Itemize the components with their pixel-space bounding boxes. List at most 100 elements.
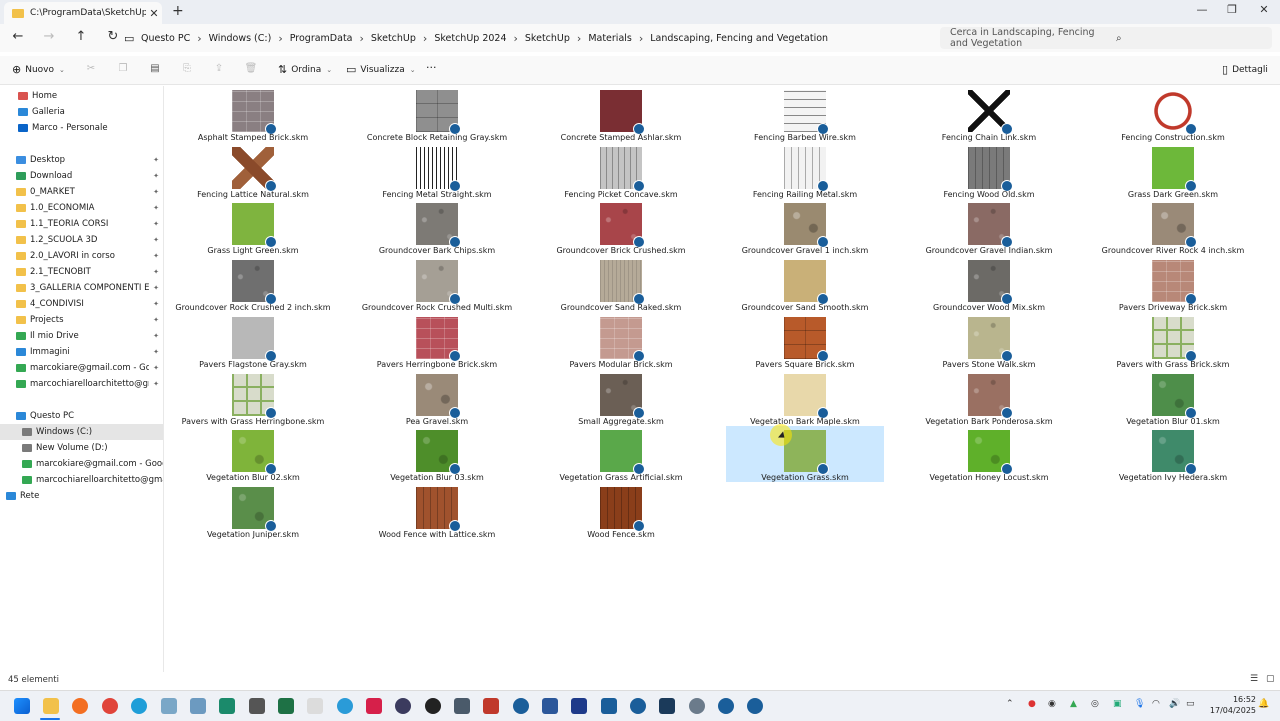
sidebar-item[interactable]: 1.1_TEORIA CORSI ✦ (0, 216, 163, 232)
app-icon[interactable] (337, 698, 353, 714)
app-tray-icon[interactable]: ◎ (1091, 699, 1099, 709)
file-item[interactable]: Vegetation Ivy Hedera.skm (1094, 426, 1252, 482)
app-icon[interactable] (454, 698, 470, 714)
record-icon[interactable]: ● (1028, 699, 1036, 709)
file-item[interactable]: Vegetation Honey Locust.skm (910, 426, 1068, 482)
paste-icon[interactable]: ▤ (148, 63, 162, 77)
up-arrow-icon[interactable]: ↑ (72, 29, 90, 44)
forward-arrow-icon[interactable]: → (40, 29, 58, 44)
file-item[interactable]: Groundcover Brick Crushed.skm (542, 199, 700, 255)
file-item[interactable]: Pavers with Grass Herringbone.skm (174, 370, 332, 426)
sketchup-icon[interactable] (630, 698, 646, 714)
file-item[interactable]: Pavers Stone Walk.skm (910, 313, 1068, 369)
file-item[interactable]: Concrete Stamped Ashlar.skm (542, 86, 700, 142)
file-item[interactable]: Pavers Modular Brick.skm (542, 313, 700, 369)
back-arrow-icon[interactable]: ← (9, 29, 27, 44)
sidebar-item[interactable]: marcochiarelloarchitetto@gmai... ✦ (0, 376, 163, 392)
rename-icon[interactable]: ⎘ (180, 63, 194, 77)
breadcrumb-item[interactable]: ProgramData (283, 33, 360, 44)
sidebar-item[interactable]: 3_GALLERIA COMPONENTI E MATI ✦ (0, 280, 163, 296)
search-box[interactable]: Cerca in Landscaping, Fencing and Vegeta… (940, 27, 1272, 49)
view-button[interactable]: ▭ Visualizza ⌄ (346, 63, 416, 76)
file-item[interactable]: Groundcover Sand Smooth.skm (726, 256, 884, 312)
file-item[interactable]: Groundcover Rock Crushed Multi.skm (358, 256, 516, 312)
word-icon[interactable] (542, 698, 558, 714)
file-item[interactable]: Fencing Construction.skm (1094, 86, 1252, 142)
close-window-button[interactable]: ✕ (1254, 3, 1274, 16)
file-item[interactable]: Pavers Driveway Brick.skm (1094, 256, 1252, 312)
file-item[interactable]: Vegetation Bark Ponderosa.skm (910, 370, 1068, 426)
refresh-icon[interactable]: ↻ (104, 29, 122, 44)
file-item[interactable]: Fencing Barbed Wire.skm (726, 86, 884, 142)
sidebar-item[interactable]: Desktop ✦ (0, 152, 163, 168)
restore-button[interactable]: ❐ (1222, 3, 1242, 16)
sidebar-item[interactable]: marcokiare@gmail.com - Google... ✦ (0, 360, 163, 376)
file-item[interactable]: Fencing Railing Metal.skm (726, 143, 884, 199)
volume-icon[interactable]: 🔊 (1169, 699, 1180, 709)
file-item[interactable]: Pavers Square Brick.skm (726, 313, 884, 369)
sidebar-item[interactable]: Galleria (0, 104, 163, 120)
file-item[interactable]: Groundcover Gravel 1 inch.skm (726, 199, 884, 255)
file-item[interactable]: Small Aggregate.skm (542, 370, 700, 426)
acrobat-icon[interactable] (366, 698, 382, 714)
wifi-icon[interactable]: ◠ (1152, 699, 1160, 709)
app-icon[interactable] (601, 698, 617, 714)
file-item[interactable]: Groundcover Wood Mix.skm (910, 256, 1068, 312)
file-item[interactable]: Groundcover Gravel Indian.skm (910, 199, 1068, 255)
file-item[interactable]: Fencing Chain Link.skm (910, 86, 1068, 142)
file-item[interactable]: Fencing Lattice Natural.skm (174, 143, 332, 199)
sidebar-item[interactable]: Projects ✦ (0, 312, 163, 328)
chevron-up-icon[interactable]: ⌃ (1006, 699, 1014, 709)
file-item[interactable]: Vegetation Blur 02.skm (174, 426, 332, 482)
sidebar-item[interactable]: marcochiarelloarchitetto@gmai... (H (0, 472, 163, 488)
file-item[interactable]: Vegetation Juniper.skm (174, 483, 332, 539)
app-icon[interactable] (483, 698, 499, 714)
sketchup-icon[interactable] (747, 698, 763, 714)
sidebar-item[interactable]: Download ✦ (0, 168, 163, 184)
breadcrumb-item[interactable]: Materials (581, 33, 639, 44)
sidebar-item[interactable]: Home (0, 88, 163, 104)
file-item[interactable]: Groundcover Sand Raked.skm (542, 256, 700, 312)
sidebar-item[interactable]: Windows (C:) (0, 424, 163, 440)
file-item[interactable]: Wood Fence.skm (542, 483, 700, 539)
file-item[interactable]: Vegetation Grass Artificial.skm (542, 426, 700, 482)
sidebar-item[interactable]: Rete (0, 488, 163, 504)
tab-close-icon[interactable]: ✕ (146, 7, 162, 20)
file-item[interactable]: Groundcover Bark Chips.skm (358, 199, 516, 255)
file-item[interactable]: Pavers Flagstone Gray.skm (174, 313, 332, 369)
clock[interactable]: 16:52 17/04/2025 (1200, 694, 1256, 716)
delete-icon[interactable]: 🗑 (244, 63, 258, 77)
chrome-icon[interactable] (102, 698, 118, 714)
file-item[interactable]: Grass Dark Green.skm (1094, 143, 1252, 199)
file-explorer-icon[interactable] (43, 698, 59, 714)
breadcrumb-item[interactable]: SketchUp (364, 33, 423, 44)
notification-bell-icon[interactable]: 🔔 (1258, 699, 1269, 709)
settings-icon[interactable] (689, 698, 705, 714)
file-item[interactable]: Vegetation Bark Maple.skm (726, 370, 884, 426)
sidebar-item[interactable]: New Volume (D:) (0, 440, 163, 456)
excel-icon[interactable] (278, 698, 294, 714)
sidebar-item[interactable]: Immagini ✦ (0, 344, 163, 360)
sidebar-item[interactable]: 1.2_SCUOLA 3D ✦ (0, 232, 163, 248)
file-item[interactable]: Vegetation Blur 01.skm (1094, 370, 1252, 426)
breadcrumb-item[interactable]: SketchUp 2024 (427, 33, 513, 44)
cut-icon[interactable]: ✂ (84, 63, 98, 77)
sort-button[interactable]: ⇅ Ordina ⌄ (278, 63, 332, 76)
file-item[interactable]: Pavers with Grass Brick.skm (1094, 313, 1252, 369)
minimize-button[interactable]: — (1192, 3, 1212, 16)
drive-icon[interactable]: ▲ (1070, 699, 1077, 709)
details-button[interactable]: ▯ Dettagli (1222, 63, 1268, 76)
breadcrumb-item[interactable]: Questo PC (134, 33, 197, 44)
file-item[interactable]: Asphalt Stamped Brick.skm (174, 86, 332, 142)
sketchup-icon[interactable] (513, 698, 529, 714)
file-item[interactable]: Fencing Picket Concave.skm (542, 143, 700, 199)
file-item[interactable]: Pavers Herringbone Brick.skm (358, 313, 516, 369)
sidebar-item[interactable]: 1.0_ECONOMIA ✦ (0, 200, 163, 216)
file-item[interactable]: Grass Light Green.skm (174, 199, 332, 255)
file-item[interactable]: Wood Fence with Lattice.skm (358, 483, 516, 539)
details-view-icon[interactable]: ☰ (1250, 674, 1258, 684)
sidebar-item[interactable]: 2.0_LAVORI in corso ✦ (0, 248, 163, 264)
calculator-icon[interactable] (249, 698, 265, 714)
sidebar-item[interactable]: 4_CONDIVISI ✦ (0, 296, 163, 312)
copy-icon[interactable]: ❐ (116, 63, 130, 77)
